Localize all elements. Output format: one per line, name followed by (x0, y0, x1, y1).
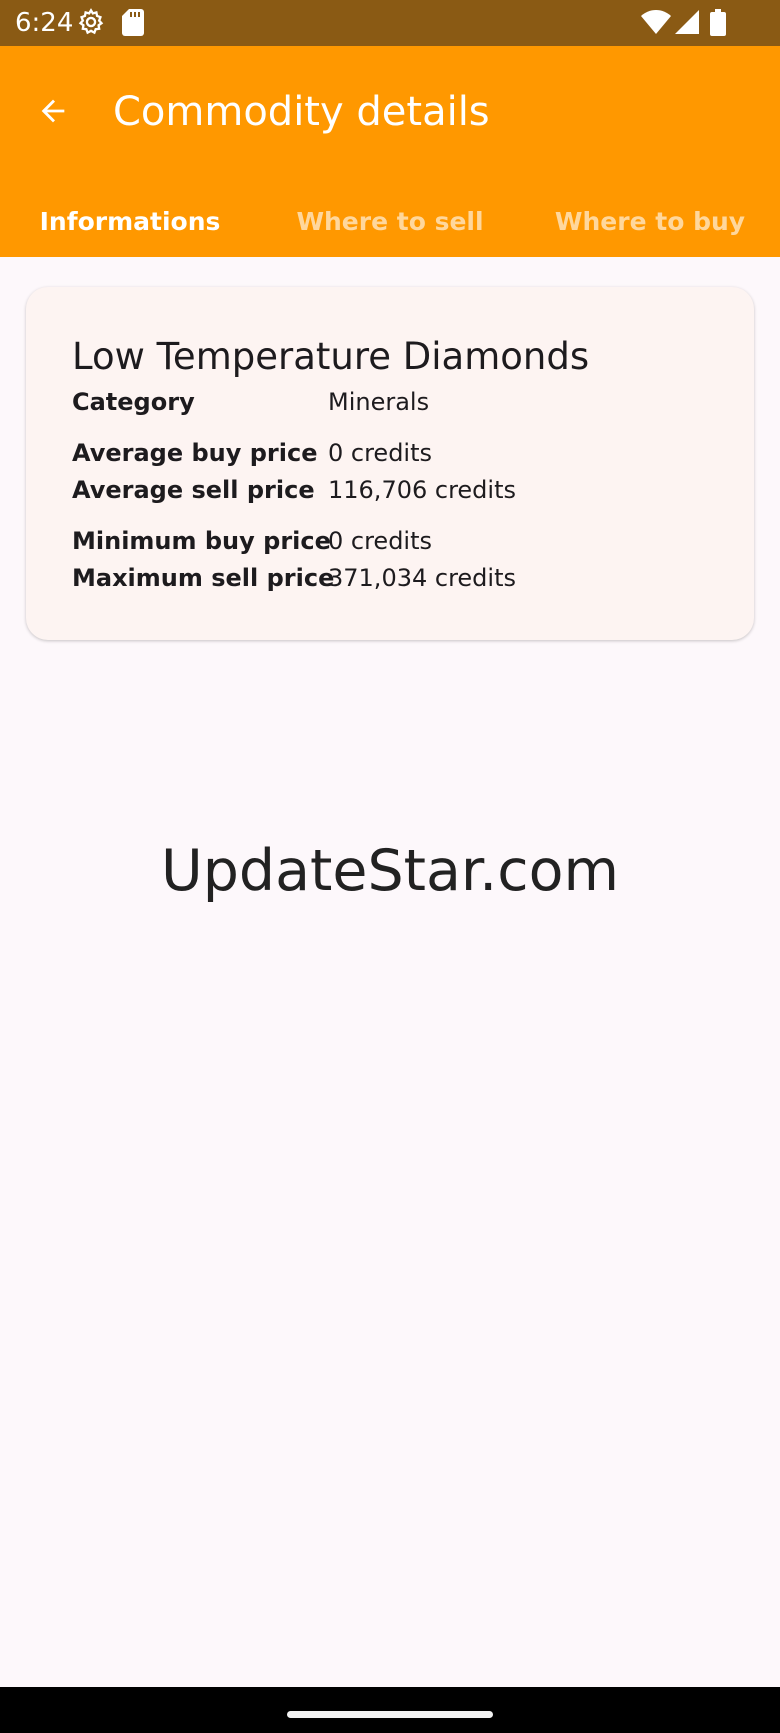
average-sell-price-value: 116,706 credits (328, 476, 516, 504)
page-title: Commodity details (113, 89, 490, 135)
watermark-text: UpdateStar.com (161, 838, 619, 904)
category-row: Category Minerals (72, 384, 732, 420)
arrow-back-icon (41, 99, 65, 123)
commodity-name: Low Temperature Diamonds (72, 335, 590, 378)
status-bar: 6:24 (0, 0, 780, 46)
average-buy-price-value: 0 credits (328, 439, 433, 467)
tab-where-to-buy[interactable]: Where to buy (520, 186, 780, 257)
app-bar: Commodity details Informations Where to … (0, 46, 780, 257)
category-value: Minerals (328, 388, 430, 416)
tab-informations[interactable]: Informations (0, 186, 260, 257)
maximum-sell-price-value: 371,034 credits (328, 564, 516, 592)
average-sell-price-row: Average sell price 116,706 credits (72, 472, 732, 508)
wifi-icon (641, 10, 671, 34)
average-buy-price-label: Average buy price (72, 439, 318, 467)
battery-icon (710, 9, 726, 36)
sd-card-icon (122, 9, 144, 36)
average-buy-price-row: Average buy price 0 credits (72, 435, 732, 471)
commodity-card: Low Temperature Diamonds Category Minera… (26, 287, 754, 640)
minimum-buy-price-value: 0 credits (328, 527, 433, 555)
tab-bar: Informations Where to sell Where to buy (0, 186, 780, 257)
navigation-bar (0, 1687, 780, 1733)
maximum-sell-price-label: Maximum sell price (72, 564, 335, 592)
minimum-buy-price-row: Minimum buy price 0 credits (72, 523, 732, 559)
average-sell-price-label: Average sell price (72, 476, 315, 504)
back-button[interactable] (28, 86, 78, 136)
tab-where-to-sell[interactable]: Where to sell (260, 186, 520, 257)
gear-icon (78, 8, 104, 35)
signal-icon (675, 10, 699, 34)
home-indicator[interactable] (287, 1711, 493, 1718)
status-time: 6:24 (15, 8, 74, 38)
maximum-sell-price-row: Maximum sell price 371,034 credits (72, 560, 732, 596)
category-label: Category (72, 388, 195, 416)
minimum-buy-price-label: Minimum buy price (72, 527, 331, 555)
